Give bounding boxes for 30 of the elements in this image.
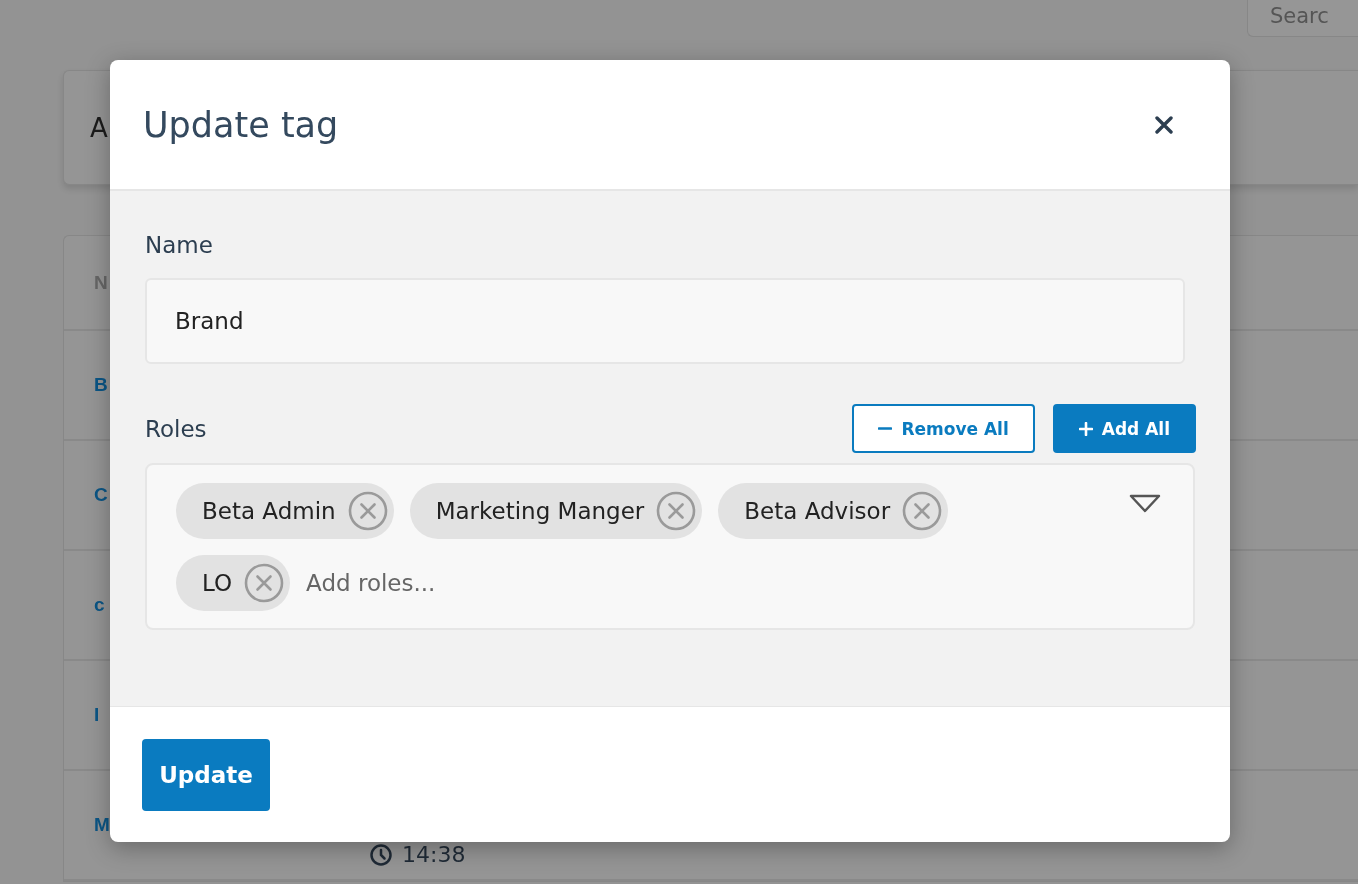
card-text: A [90, 112, 108, 143]
name-label: Name [145, 231, 213, 259]
remove-tag-icon[interactable] [902, 491, 943, 531]
time-text: 14:38 [402, 843, 466, 867]
caret-down-icon[interactable] [1129, 494, 1161, 513]
tag-label: LO [202, 570, 233, 596]
plus-icon [1078, 421, 1093, 436]
roles-label: Roles [145, 414, 207, 443]
search-field[interactable]: Searc [1247, 0, 1358, 37]
name-input[interactable]: Brand [145, 278, 1185, 364]
remove-all-button[interactable]: Remove All [852, 404, 1035, 453]
tag-label: Marketing Manger [435, 498, 645, 524]
tag-label: Beta Admin [202, 498, 336, 524]
remove-tag-icon[interactable] [244, 563, 285, 603]
name-link[interactable]: I [94, 704, 100, 726]
remove-tag-icon[interactable] [347, 491, 388, 531]
update-button[interactable]: Update [142, 739, 270, 811]
name-link[interactable]: B [94, 374, 108, 396]
tag-label: Beta Advisor [744, 498, 891, 524]
dialog-title: Update tag [143, 104, 339, 145]
add-all-button[interactable]: Add All [1052, 404, 1196, 453]
roles-select[interactable]: Beta Admin Marketing Manger Beta Advisor LO Add roles... [145, 463, 1195, 630]
remove-tag-icon[interactable] [656, 491, 697, 531]
name-link[interactable]: C [94, 484, 108, 506]
add-roles-input[interactable]: Add roles... [306, 565, 1036, 601]
clock-icon [370, 844, 392, 866]
name-link[interactable]: M [94, 814, 110, 836]
name-link[interactable]: c [94, 594, 105, 616]
close-icon[interactable] [1155, 115, 1173, 134]
minus-icon [878, 424, 893, 433]
